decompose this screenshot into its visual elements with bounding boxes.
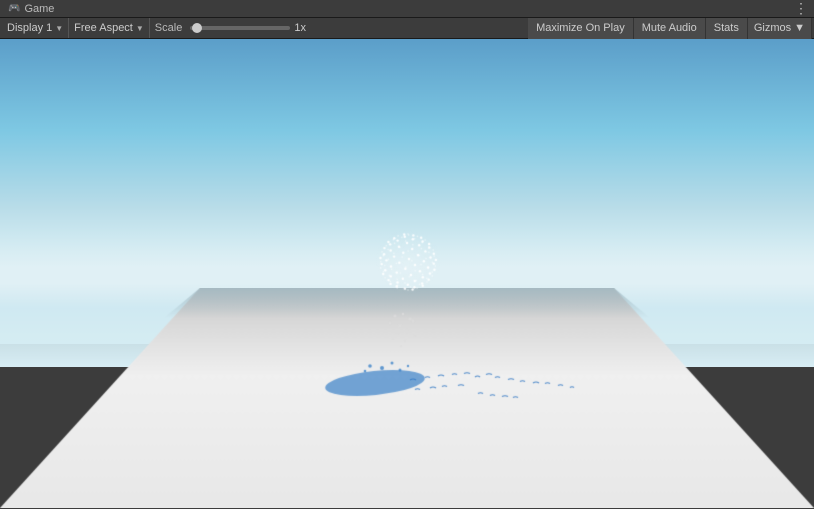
game-tab[interactable]: 🎮 Game bbox=[0, 0, 62, 17]
scale-label: Scale bbox=[155, 22, 183, 34]
particle-sphere bbox=[368, 224, 448, 304]
scale-control: Scale 1x bbox=[150, 18, 311, 38]
mute-audio-button[interactable]: Mute Audio bbox=[634, 18, 706, 39]
game-viewport bbox=[0, 39, 814, 508]
game-tab-label: Game bbox=[24, 3, 54, 15]
game-tab-icon: 🎮 bbox=[8, 3, 20, 14]
scale-slider[interactable] bbox=[190, 26, 290, 30]
aspect-arrow: ▼ bbox=[136, 24, 144, 33]
tab-bar: 🎮 Game ⋮ bbox=[0, 0, 814, 18]
splash-canvas bbox=[320, 338, 580, 408]
aspect-label: Free Aspect bbox=[74, 22, 133, 34]
tab-more-button[interactable]: ⋮ bbox=[788, 0, 814, 17]
toolbar: Display 1 ▼ Free Aspect ▼ Scale 1x Maxim… bbox=[0, 18, 814, 39]
display-arrow: ▼ bbox=[55, 24, 63, 33]
toolbar-right: Maximize On Play Mute Audio Stats Gizmos… bbox=[528, 18, 812, 39]
scale-slider-thumb bbox=[192, 23, 202, 33]
sphere-canvas bbox=[368, 224, 448, 304]
display-selector[interactable]: Display 1 ▼ bbox=[2, 18, 69, 38]
ground-splash-particles bbox=[320, 338, 580, 408]
aspect-selector[interactable]: Free Aspect ▼ bbox=[69, 18, 150, 38]
gizmos-button[interactable]: Gizmos ▼ bbox=[748, 18, 812, 39]
display-label: Display 1 bbox=[7, 22, 52, 34]
stats-button[interactable]: Stats bbox=[706, 18, 748, 39]
maximize-on-play-button[interactable]: Maximize On Play bbox=[528, 18, 634, 39]
gizmos-arrow: ▼ bbox=[794, 22, 805, 34]
scale-value: 1x bbox=[294, 22, 306, 34]
